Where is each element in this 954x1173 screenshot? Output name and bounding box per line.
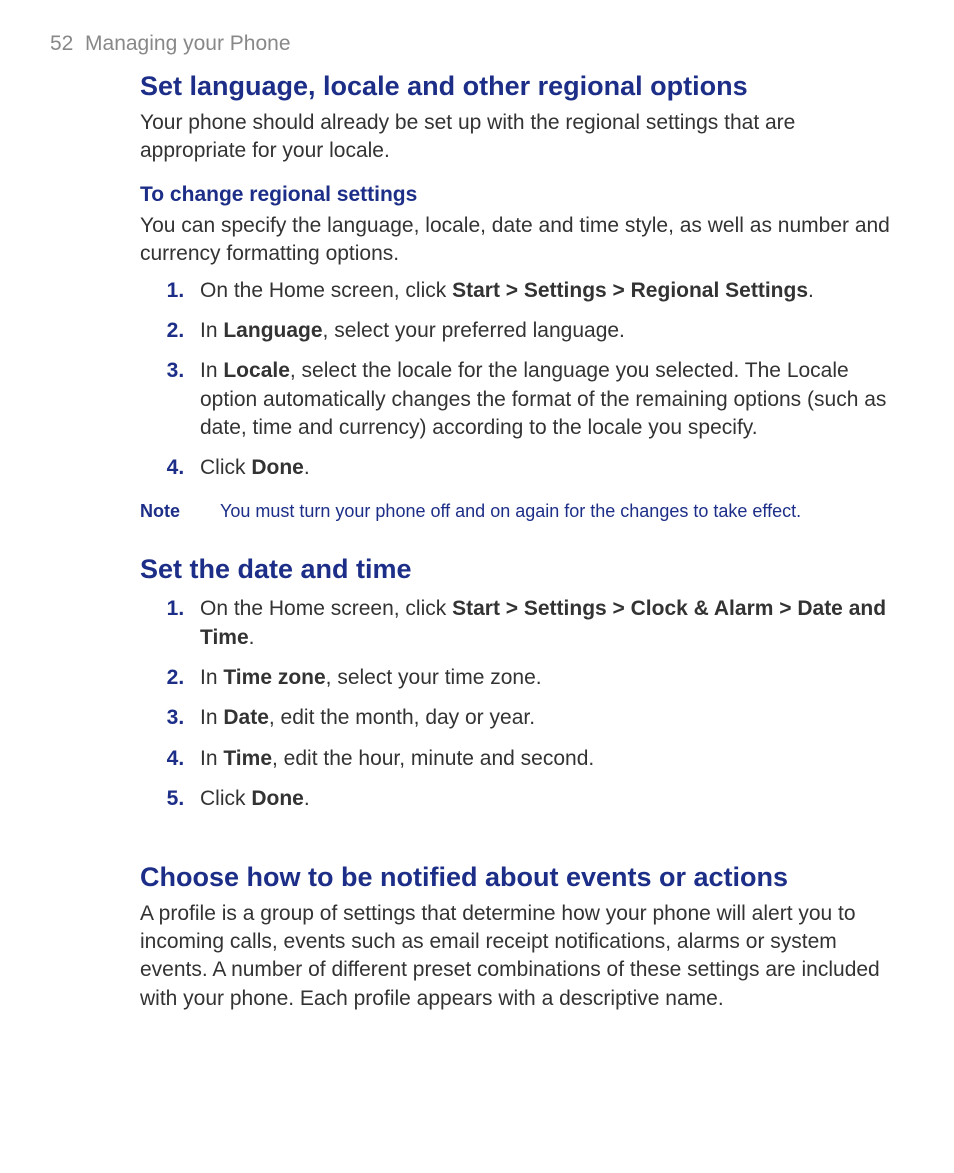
page-number: 52	[50, 32, 73, 55]
note-row: Note You must turn your phone off and on…	[50, 499, 904, 523]
chapter-title: Managing your Phone	[85, 32, 290, 55]
step-item: In Locale, select the locale for the lan…	[190, 357, 904, 442]
note-text: You must turn your phone off and on agai…	[220, 499, 904, 523]
step-item: In Language, select your preferred langu…	[190, 317, 904, 345]
sub-heading-regional: To change regional settings	[50, 181, 904, 209]
step-item: In Date, edit the month, day or year.	[190, 704, 904, 732]
note-label: Note	[140, 499, 220, 523]
page-header: 52 Managing your Phone	[50, 30, 904, 58]
steps-list-datetime: On the Home screen, click Start > Settin…	[50, 595, 904, 813]
step-item: In Time zone, select your time zone.	[190, 664, 904, 692]
step-item: Click Done.	[190, 454, 904, 482]
step-item: Click Done.	[190, 785, 904, 813]
step-item: On the Home screen, click Start > Settin…	[190, 277, 904, 305]
section-heading-datetime: Set the date and time	[50, 551, 904, 587]
section-heading-notifications: Choose how to be notified about events o…	[50, 859, 904, 895]
section1-sub-intro: You can specify the language, locale, da…	[50, 212, 904, 269]
step-item: In Time, edit the hour, minute and secon…	[190, 745, 904, 773]
section-heading-language: Set language, locale and other regional …	[50, 68, 904, 104]
section1-intro: Your phone should already be set up with…	[50, 109, 904, 166]
section3-intro: A profile is a group of settings that de…	[50, 900, 904, 1013]
steps-list-regional: On the Home screen, click Start > Settin…	[50, 277, 904, 483]
step-item: On the Home screen, click Start > Settin…	[190, 595, 904, 652]
